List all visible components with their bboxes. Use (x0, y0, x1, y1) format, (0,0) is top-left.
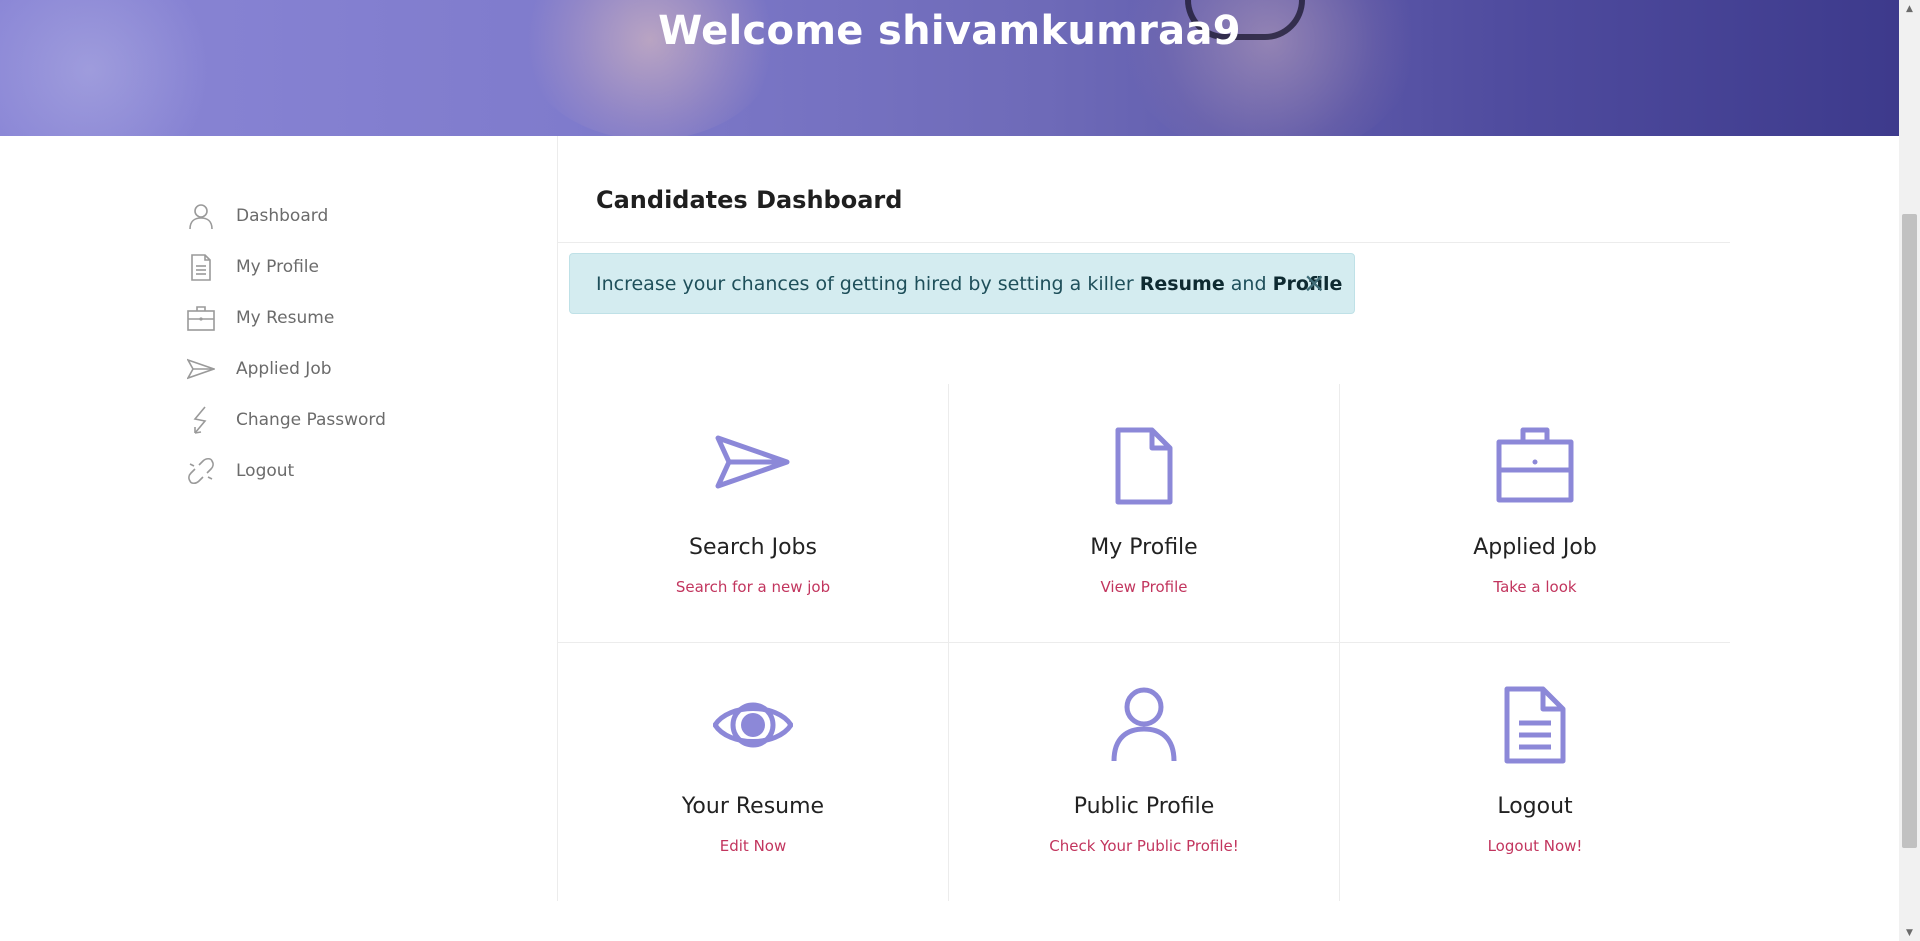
card-search-jobs[interactable]: Search Jobs Search for a new job (558, 384, 948, 642)
scrollbar-thumb[interactable] (1902, 214, 1917, 848)
card-link[interactable]: Search for a new job (558, 578, 948, 596)
sidebar-item-change-password[interactable]: Change Password (186, 394, 526, 445)
card-title: Logout (1497, 794, 1573, 819)
sidebar-item-dashboard[interactable]: Dashboard (186, 190, 526, 241)
scroll-up-arrow-icon[interactable]: ▲ (1899, 0, 1920, 17)
eye-icon (558, 685, 948, 765)
page-title: Candidates Dashboard (596, 186, 903, 214)
document-icon (949, 426, 1339, 506)
file-text-icon (1340, 685, 1730, 765)
user-icon (186, 201, 216, 231)
paper-plane-icon (186, 354, 216, 384)
card-logout[interactable]: Logout Logout Now! (1340, 643, 1730, 901)
card-title: Applied Job (1473, 535, 1597, 560)
card-title: My Profile (1090, 535, 1198, 560)
document-icon (186, 252, 216, 282)
card-link[interactable]: Check Your Public Profile! (949, 837, 1339, 855)
sidebar-item-label: My Resume (236, 307, 335, 328)
hero-banner: Welcome shivamkumraa9 (0, 0, 1899, 136)
card-my-profile[interactable]: My Profile View Profile (949, 384, 1339, 642)
scroll-down-arrow-icon[interactable]: ▼ (1899, 924, 1920, 941)
briefcase-icon (1340, 426, 1730, 506)
page: Welcome shivamkumraa9 Dashboard My Profi… (0, 0, 1920, 941)
briefcase-icon (186, 303, 216, 333)
card-link[interactable]: Edit Now (558, 837, 948, 855)
card-applied-job[interactable]: Applied Job Take a look (1340, 384, 1730, 642)
sidebar-item-label: Change Password (236, 409, 386, 430)
dashboard-cards: Search Jobs Search for a new job My Prof… (558, 384, 1730, 901)
welcome-title: Welcome shivamkumraa9 (658, 8, 1241, 54)
card-title: Public Profile (1073, 794, 1215, 819)
sidebar-item-logout[interactable]: Logout (186, 445, 526, 496)
close-icon[interactable]: × (1303, 268, 1326, 298)
sidebar-nav: Dashboard My Profile My Resume Applied J… (186, 190, 526, 496)
card-link[interactable]: Logout Now! (1340, 837, 1730, 855)
sidebar-item-applied-job[interactable]: Applied Job (186, 343, 526, 394)
title-divider (558, 242, 1730, 243)
info-alert: Increase your chances of getting hired b… (569, 253, 1355, 314)
sidebar-item-label: My Profile (236, 256, 319, 277)
vertical-scrollbar[interactable]: ▲ ▼ (1899, 0, 1920, 941)
card-title: Your Resume (681, 794, 825, 819)
sidebar-item-my-profile[interactable]: My Profile (186, 241, 526, 292)
alert-message: Increase your chances of getting hired b… (596, 272, 1343, 295)
sidebar-item-label: Dashboard (236, 205, 329, 226)
sidebar-item-label: Applied Job (236, 358, 332, 379)
card-link[interactable]: Take a look (1340, 578, 1730, 596)
broken-link-icon (186, 456, 216, 486)
sidebar-item-label: Logout (236, 460, 295, 481)
card-your-resume[interactable]: Your Resume Edit Now (558, 643, 948, 901)
sidebar-item-my-resume[interactable]: My Resume (186, 292, 526, 343)
card-link[interactable]: View Profile (949, 578, 1339, 596)
card-public-profile[interactable]: Public Profile Check Your Public Profile… (949, 643, 1339, 901)
lightning-icon (186, 405, 216, 435)
card-title: Search Jobs (689, 535, 817, 560)
user-icon (949, 685, 1339, 765)
paper-plane-icon (558, 426, 948, 506)
